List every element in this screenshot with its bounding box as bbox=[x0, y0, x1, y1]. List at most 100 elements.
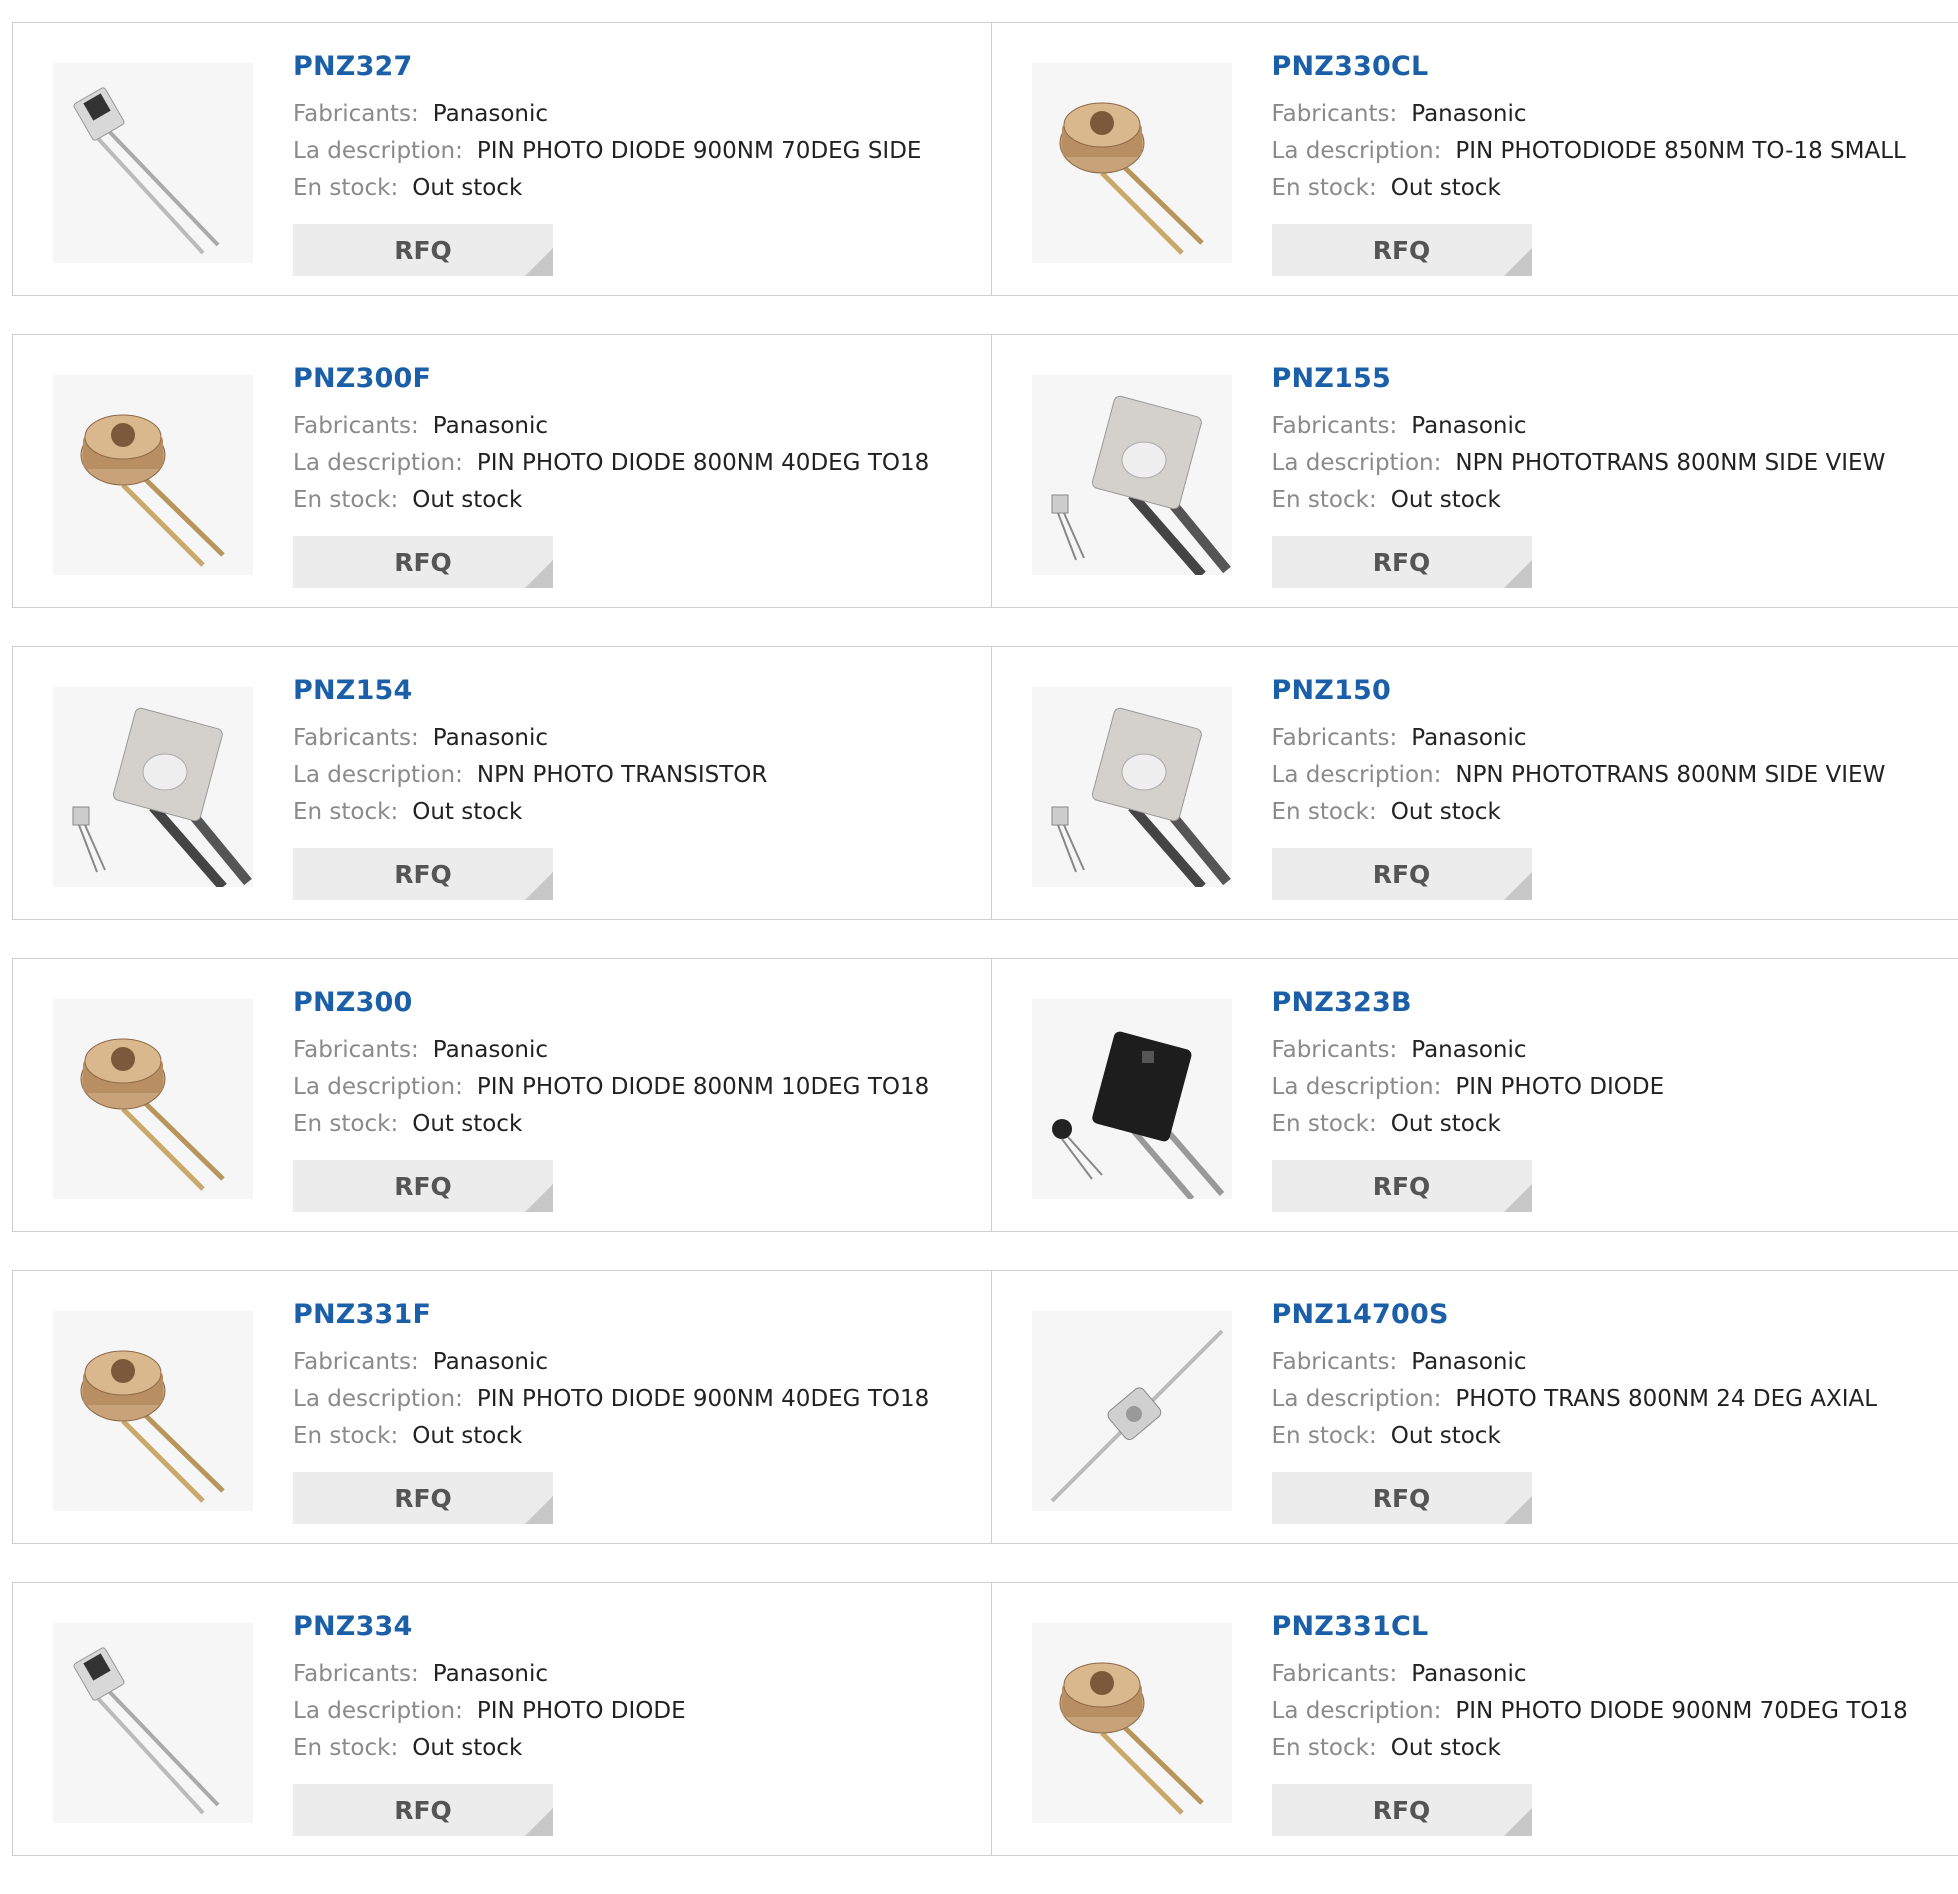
manufacturer-value: Panasonic bbox=[433, 1661, 548, 1687]
product-image[interactable] bbox=[53, 1623, 253, 1823]
product-image[interactable] bbox=[53, 687, 253, 887]
rfq-label: RFQ bbox=[1373, 236, 1431, 265]
rfq-button[interactable]: RFQ bbox=[1272, 1160, 1532, 1212]
corner-fold-icon bbox=[1504, 872, 1532, 900]
stock-label: En stock: bbox=[293, 487, 398, 513]
part-number-link[interactable]: PNZ327 bbox=[293, 51, 921, 82]
part-number-link[interactable]: PNZ331F bbox=[293, 1299, 929, 1330]
stock-label: En stock: bbox=[1272, 175, 1377, 201]
stock-line: En stock:Out stock bbox=[293, 1106, 929, 1143]
rfq-button[interactable]: RFQ bbox=[293, 848, 553, 900]
manufacturer-line: Fabricants:Panasonic bbox=[1272, 720, 1886, 757]
part-number-link[interactable]: PNZ334 bbox=[293, 1611, 686, 1642]
product-row: PNZ300F Fabricants:Panasonic La descript… bbox=[12, 334, 1958, 608]
description-value: NPN PHOTO TRANSISTOR bbox=[477, 762, 767, 788]
part-number-link[interactable]: PNZ323B bbox=[1272, 987, 1665, 1018]
product-image[interactable] bbox=[1032, 63, 1232, 263]
part-number-link[interactable]: PNZ300 bbox=[293, 987, 929, 1018]
product-info: PNZ331F Fabricants:Panasonic La descript… bbox=[293, 1299, 929, 1455]
stock-line: En stock:Out stock bbox=[293, 1418, 929, 1455]
description-label: La description: bbox=[1272, 762, 1442, 788]
part-number-link[interactable]: PNZ331CL bbox=[1272, 1611, 1908, 1642]
description-label: La description: bbox=[1272, 1698, 1442, 1724]
manufacturer-value: Panasonic bbox=[1411, 1037, 1526, 1063]
description-line: La description:NPN PHOTOTRANS 800NM SIDE… bbox=[1272, 445, 1886, 482]
stock-value: Out stock bbox=[1391, 1423, 1501, 1449]
product-image[interactable] bbox=[1032, 375, 1232, 575]
rfq-button[interactable]: RFQ bbox=[293, 1784, 553, 1836]
product-info: PNZ150 Fabricants:Panasonic La descripti… bbox=[1272, 675, 1886, 831]
stock-label: En stock: bbox=[293, 1111, 398, 1137]
stock-line: En stock:Out stock bbox=[1272, 1418, 1878, 1455]
rfq-label: RFQ bbox=[1373, 860, 1431, 889]
manufacturer-value: Panasonic bbox=[1411, 725, 1526, 751]
part-number-link[interactable]: PNZ154 bbox=[293, 675, 767, 706]
side-view-phototransistor-icon bbox=[1032, 687, 1232, 887]
stock-line: En stock:Out stock bbox=[293, 1730, 686, 1767]
manufacturer-line: Fabricants:Panasonic bbox=[293, 1032, 929, 1069]
product-info: PNZ331CL Fabricants:Panasonic La descrip… bbox=[1272, 1611, 1908, 1767]
description-value: NPN PHOTOTRANS 800NM SIDE VIEW bbox=[1455, 762, 1885, 788]
manufacturer-label: Fabricants: bbox=[293, 101, 419, 127]
description-label: La description: bbox=[293, 762, 463, 788]
product-card: PNZ154 Fabricants:Panasonic La descripti… bbox=[13, 647, 991, 919]
product-card: PNZ300 Fabricants:Panasonic La descripti… bbox=[13, 959, 991, 1231]
stock-value: Out stock bbox=[412, 1735, 522, 1761]
description-label: La description: bbox=[1272, 450, 1442, 476]
product-row: PNZ327 Fabricants:Panasonic La descripti… bbox=[12, 22, 1958, 296]
description-value: PIN PHOTO DIODE bbox=[477, 1698, 686, 1724]
product-image[interactable] bbox=[53, 63, 253, 263]
product-grid: PNZ327 Fabricants:Panasonic La descripti… bbox=[12, 22, 1958, 1894]
manufacturer-line: Fabricants:Panasonic bbox=[293, 408, 929, 445]
corner-fold-icon bbox=[525, 1808, 553, 1836]
product-info: PNZ300F Fabricants:Panasonic La descript… bbox=[293, 363, 929, 519]
part-number-link[interactable]: PNZ300F bbox=[293, 363, 929, 394]
product-image[interactable] bbox=[53, 375, 253, 575]
part-number-link[interactable]: PNZ155 bbox=[1272, 363, 1886, 394]
description-line: La description: NPN PHOTOTRANS 800NM SIDE… bbox=[1272, 757, 1886, 794]
rfq-button[interactable]: RFQ bbox=[1272, 1472, 1532, 1524]
rfq-button[interactable]: RFQ bbox=[1272, 1784, 1532, 1836]
product-image[interactable] bbox=[53, 1311, 253, 1511]
stock-label: En stock: bbox=[293, 175, 398, 201]
description-value: PIN PHOTO DIODE 800NM 10DEG TO18 bbox=[477, 1074, 929, 1100]
description-label: La description: bbox=[1272, 1386, 1442, 1412]
axial-phototransistor-icon bbox=[1032, 1311, 1232, 1511]
product-info: PNZ334 Fabricants:Panasonic La descripti… bbox=[293, 1611, 686, 1767]
stock-line: En stock: Out stock bbox=[293, 482, 929, 519]
stock-value: Out stock bbox=[412, 487, 522, 513]
stock-line: En stock:Out stock bbox=[1272, 482, 1886, 519]
rfq-button[interactable]: RFQ bbox=[1272, 848, 1532, 900]
stock-label: En stock: bbox=[1272, 1735, 1377, 1761]
manufacturer-line: Fabricants:Panasonic bbox=[293, 1344, 929, 1381]
manufacturer-label: Fabricants: bbox=[1272, 413, 1398, 439]
part-number-link[interactable]: PNZ14700S bbox=[1272, 1299, 1878, 1330]
product-image[interactable] bbox=[53, 999, 253, 1199]
manufacturer-label: Fabricants: bbox=[293, 413, 419, 439]
manufacturer-line: Fabricants:Panasonic bbox=[1272, 408, 1886, 445]
product-image[interactable] bbox=[1032, 999, 1232, 1199]
part-number-link[interactable]: PNZ330CL bbox=[1272, 51, 1906, 82]
rfq-button[interactable]: RFQ bbox=[293, 224, 553, 276]
manufacturer-label: Fabricants: bbox=[1272, 1037, 1398, 1063]
rfq-button[interactable]: RFQ bbox=[1272, 224, 1532, 276]
rfq-button[interactable]: RFQ bbox=[293, 1160, 553, 1212]
manufacturer-line: Fabricants:Panasonic bbox=[293, 96, 921, 133]
product-image[interactable] bbox=[1032, 1623, 1232, 1823]
side-view-photodiode-icon bbox=[53, 1623, 253, 1823]
stock-label: En stock: bbox=[1272, 1111, 1377, 1137]
product-card: PNZ300F Fabricants:Panasonic La descript… bbox=[13, 335, 991, 607]
manufacturer-line: Fabricants:Panasonic bbox=[1272, 1344, 1878, 1381]
manufacturer-label: Fabricants: bbox=[293, 1349, 419, 1375]
description-line: La description:PHOTO TRANS 800NM 24 DEG … bbox=[1272, 1381, 1878, 1418]
stock-label: En stock: bbox=[1272, 799, 1377, 825]
rfq-button[interactable]: RFQ bbox=[1272, 536, 1532, 588]
part-number-link[interactable]: PNZ150 bbox=[1272, 675, 1886, 706]
description-line: La description:PIN PHOTO DIODE bbox=[1272, 1069, 1665, 1106]
stock-value: Out stock bbox=[1391, 175, 1501, 201]
product-image[interactable] bbox=[1032, 1311, 1232, 1511]
corner-fold-icon bbox=[1504, 248, 1532, 276]
rfq-button[interactable]: RFQ bbox=[293, 1472, 553, 1524]
product-image[interactable] bbox=[1032, 687, 1232, 887]
rfq-button[interactable]: RFQ bbox=[293, 536, 553, 588]
